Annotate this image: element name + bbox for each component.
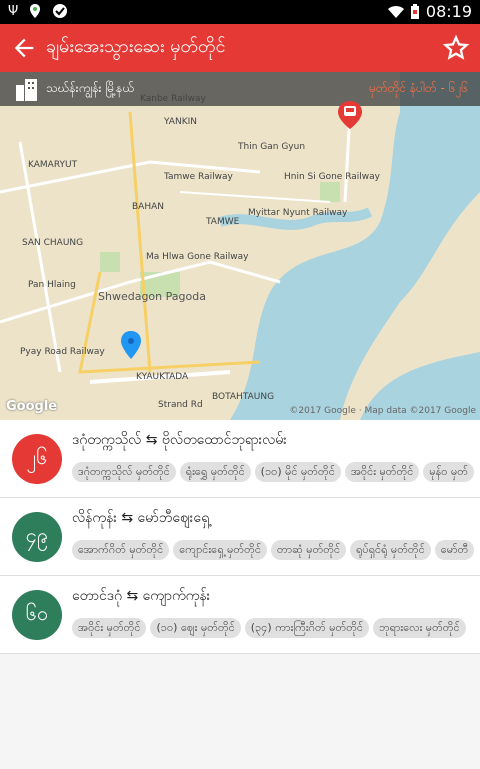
map-label: TAMWE xyxy=(206,217,240,227)
map-label: Tamwe Railway xyxy=(164,172,233,182)
route-stops[interactable]: အဝိုင်း မှတ်တိုင် (၁၀) ဈေး မှတ်တိုင် (၃၄) … xyxy=(72,616,480,640)
stop-chip[interactable]: ဘုရားလေး မှတ်တိုင် xyxy=(373,618,466,638)
township-label: သဃ်န်းကျွန်း မြို့နယ် xyxy=(46,81,134,95)
map-label: KYAUKTADA xyxy=(136,372,189,382)
google-logo: Google xyxy=(6,399,58,414)
stop-chip[interactable]: (၃၄) ကားကြီးဂိတ် မှတ်တိုင် xyxy=(244,618,369,638)
map-label: Pyay Road Railway xyxy=(20,347,105,357)
map-label: Hnin Si Gone Railway xyxy=(284,172,380,182)
stop-chip[interactable]: ကျောင်းရှေ့ မှတ်တိုင် xyxy=(173,540,267,560)
map-label: SAN CHAUNG xyxy=(22,238,84,248)
map-label: Ma Hlwa Gone Railway xyxy=(146,252,249,262)
page-title: ချမ်းအေးသွားဆေး မှတ်တိုင် xyxy=(46,36,226,57)
stop-chip[interactable]: အဝိုင်း မှတ်တိုင် xyxy=(344,462,420,482)
stop-chip[interactable]: အောက်ဂိတ် မှတ်တိုင် xyxy=(72,540,170,560)
map-label: Shwedagon Pagoda xyxy=(98,290,206,303)
location-marker-icon[interactable] xyxy=(120,330,142,360)
favorite-star-icon[interactable] xyxy=(442,34,470,62)
route-number-badge: ၂၆ xyxy=(12,434,62,484)
route-stops[interactable]: အောက်ဂိတ် မှတ်တိုင် ကျောင်းရှေ့ မှတ်တိုင်… xyxy=(72,538,480,562)
stop-chip[interactable]: ရုံးရွှေ မှတ်တိုင် xyxy=(179,462,251,482)
map-label: Strand Rd xyxy=(158,400,203,410)
wifi-icon xyxy=(387,5,404,19)
map-info-bar: သဃ်န်းကျွန်း မြို့နယ် မှတ်တိုင် နံပါတ် -… xyxy=(0,72,480,106)
location-pin-icon xyxy=(30,4,41,18)
route-number-badge: ၆၀ xyxy=(12,590,62,640)
stop-chip[interactable]: (၁၀) မိုင် မှတ်တိုင် xyxy=(254,462,341,482)
stop-chip[interactable]: မုန်ဝ မှတ် xyxy=(423,462,474,482)
map-label: BOTAHTAUNG xyxy=(212,392,275,402)
bus-stop-marker-icon[interactable] xyxy=(337,100,363,130)
route-title: လိန်ကုန်း ⇆ မော်ဘီဈေးရှေ့ xyxy=(72,510,210,526)
map-label: Kanbe Railway xyxy=(140,94,206,104)
building-icon xyxy=(16,79,37,101)
map-label: Myittar Nyunt Railway xyxy=(248,208,348,218)
map-label: YANKIN xyxy=(164,117,197,127)
map-view[interactable]: သဃ်န်းကျွန်း မြို့နယ် မှတ်တိုင် နံပါတ် -… xyxy=(0,72,480,420)
map-label: KAMARYUT xyxy=(28,160,78,170)
clock: 08:19 xyxy=(425,2,472,21)
route-item[interactable]: ၂၆ ဒဂုံတက္ကသိုလ် ⇆ ဗိုလ်တထောင်ဘုရားလမ်း … xyxy=(0,420,480,498)
map-label: Pan Hlaing xyxy=(28,280,76,290)
stop-chip[interactable]: (၁၀) ဈေး မှတ်တိုင် xyxy=(150,618,241,638)
map-label: Thin Gan Gyun xyxy=(238,142,306,152)
route-number-badge: ၄၉ xyxy=(12,512,62,562)
stop-chip[interactable]: ရုပ်ရှင်ရုံ မှတ်တိုင် xyxy=(350,540,431,560)
battery-icon xyxy=(410,4,419,19)
route-item[interactable]: ၄၉ လိန်ကုန်း ⇆ မော်ဘီဈေးရှေ့ အောက်ဂိတ် မ… xyxy=(0,498,480,576)
route-item[interactable]: ၆၀ တောင်ဒဂုံ ⇆ ကျောက်ကုန်း အဝိုင်း မှတ်တ… xyxy=(0,576,480,654)
stop-chip[interactable]: ဒဂုံတက္ကသိုလ် မှတ်တိုင် xyxy=(72,462,176,482)
app-bar: ချမ်းအေးသွားဆေး မှတ်တိုင် xyxy=(0,24,480,72)
stop-chip[interactable]: အဝိုင်း မှတ်တိုင် xyxy=(72,618,147,638)
stop-chip[interactable]: မော်တီ xyxy=(434,540,475,560)
stop-number: မှတ်တိုင် နံပါတ် - ၆၂၆ xyxy=(369,81,468,95)
route-list: ၂၆ ဒဂုံတက္ကသိုလ် ⇆ ဗိုလ်တထောင်ဘုရားလမ်း … xyxy=(0,420,480,654)
check-icon xyxy=(53,4,68,18)
usb-icon: Ψ xyxy=(8,3,19,19)
route-title: ဒဂုံတက္ကသိုလ် ⇆ ဗိုလ်တထောင်ဘုရားလမ်း xyxy=(72,432,287,448)
route-stops[interactable]: ဒဂုံတက္ကသိုလ် မှတ်တိုင် ရုံးရွှေ မှတ်တိုင… xyxy=(72,460,480,484)
map-copyright: ©2017 Google · Map data ©2017 Google xyxy=(289,406,476,416)
route-title: တောင်ဒဂုံ ⇆ ကျောက်ကုန်း xyxy=(72,588,211,604)
status-bar: Ψ 08:19 xyxy=(0,0,480,24)
map-label: BAHAN xyxy=(132,202,164,212)
back-arrow-icon[interactable] xyxy=(10,34,38,62)
stop-chip[interactable]: တာဆုံ မှတ်တိုင် xyxy=(270,540,347,560)
